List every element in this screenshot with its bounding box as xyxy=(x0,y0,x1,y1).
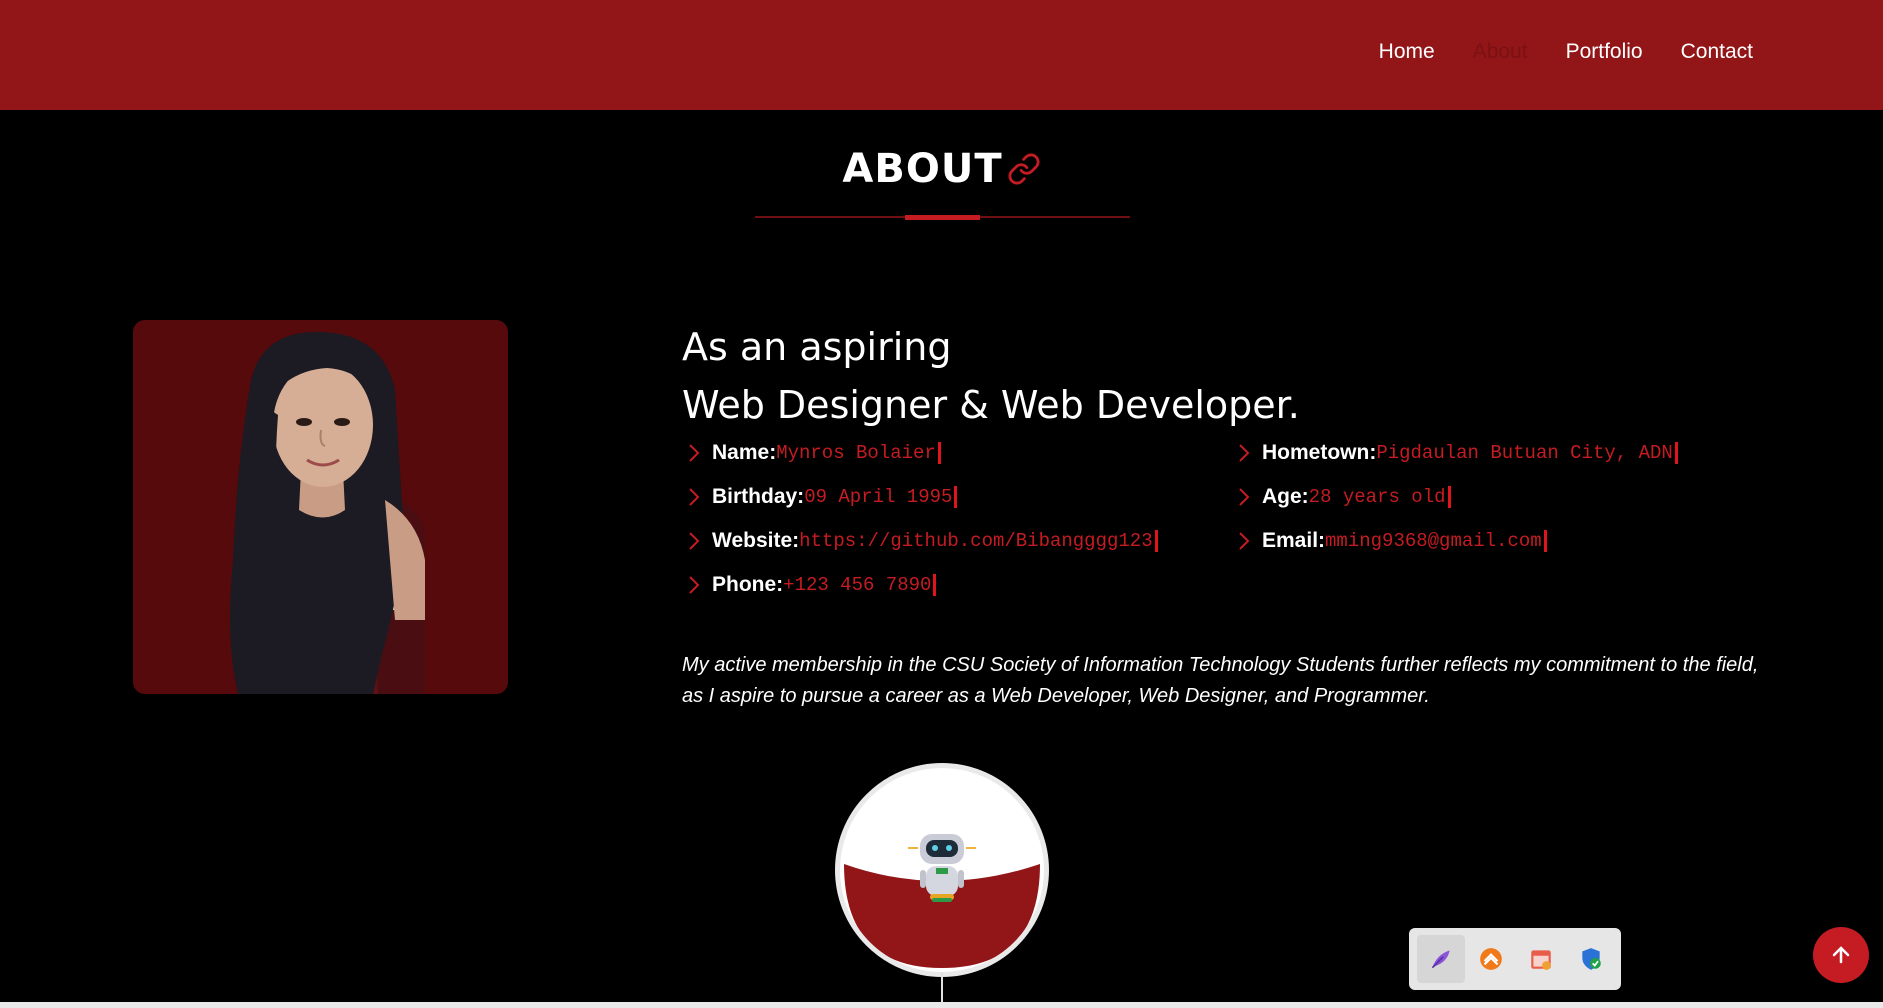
section-heading-text: ABOUT xyxy=(842,146,1003,192)
info-label: Website: xyxy=(712,529,800,552)
link-icon xyxy=(1008,153,1040,185)
info-value-website[interactable]: https://github.com/Bibangggg123 xyxy=(799,530,1158,552)
profile-photo xyxy=(133,320,508,694)
info-item-website: Website: https://github.com/Bibangggg123 xyxy=(682,526,1158,556)
nav-about[interactable]: About xyxy=(1473,40,1528,64)
app-icon[interactable] xyxy=(1467,935,1515,983)
info-value: 09 April 1995 xyxy=(804,486,958,508)
info-label: Birthday: xyxy=(712,485,805,508)
info-label: Name: xyxy=(712,441,777,464)
calendar-app-icon[interactable] xyxy=(1517,935,1565,983)
about-description: My active membership in the CSU Society … xyxy=(682,654,1759,707)
section-heading: ABOUT xyxy=(842,146,1040,192)
info-item-phone: Phone: +123 456 7890 xyxy=(682,570,937,600)
headline-line-1: As an aspiring xyxy=(682,325,952,369)
section-title: ABOUT xyxy=(0,146,1883,192)
info-label: Hometown: xyxy=(1262,441,1377,464)
info-value: Mynros Bolaier xyxy=(776,442,941,464)
arrow-up-icon xyxy=(1832,946,1850,964)
chevron-right-icon xyxy=(1239,488,1250,506)
page-bottom-edge xyxy=(0,1002,1883,1008)
info-item-hometown: Hometown: Pigdaulan Butuan City, ADN xyxy=(1232,438,1678,468)
chevron-right-icon xyxy=(689,532,700,550)
info-item-birthday: Birthday: 09 April 1995 xyxy=(682,482,958,512)
nav-home[interactable]: Home xyxy=(1379,40,1435,64)
chevron-right-icon xyxy=(689,444,700,462)
back-to-top-button[interactable] xyxy=(1813,927,1869,983)
info-value: Pigdaulan Butuan City, ADN xyxy=(1376,442,1678,464)
chevron-right-icon xyxy=(689,488,700,506)
about-headline: As an aspiring Web Designer & Web Develo… xyxy=(682,318,1757,434)
site-header: Home About Portfolio Contact xyxy=(0,0,1883,110)
headline-line-2: Web Designer & Web Developer. xyxy=(682,383,1300,427)
info-label: Age: xyxy=(1262,485,1309,508)
title-divider-accent xyxy=(905,215,980,220)
info-label: Email: xyxy=(1262,529,1326,552)
info-label: Phone: xyxy=(712,573,784,596)
about-heading: As an aspiring Web Designer & Web Develo… xyxy=(682,318,1757,434)
robot-avatar[interactable] xyxy=(835,763,1049,977)
info-value: 28 years old xyxy=(1309,486,1451,508)
chevron-right-icon xyxy=(689,576,700,594)
chevron-right-icon xyxy=(1239,532,1250,550)
security-shield-icon[interactable] xyxy=(1567,935,1615,983)
info-value-email[interactable]: mming9368@gmail.com xyxy=(1325,530,1547,552)
nav-portfolio[interactable]: Portfolio xyxy=(1566,40,1643,64)
chevron-right-icon xyxy=(1239,444,1250,462)
main-nav: Home About Portfolio Contact xyxy=(1379,40,1753,64)
info-item-name: Name: Mynros Bolaier xyxy=(682,438,941,468)
feather-icon[interactable] xyxy=(1417,935,1465,983)
info-item-email: Email: mming9368@gmail.com xyxy=(1232,526,1547,556)
info-item-age: Age: 28 years old xyxy=(1232,482,1451,512)
info-value: +123 456 7890 xyxy=(783,574,937,596)
nav-contact[interactable]: Contact xyxy=(1681,40,1753,64)
system-tray xyxy=(1409,928,1621,990)
